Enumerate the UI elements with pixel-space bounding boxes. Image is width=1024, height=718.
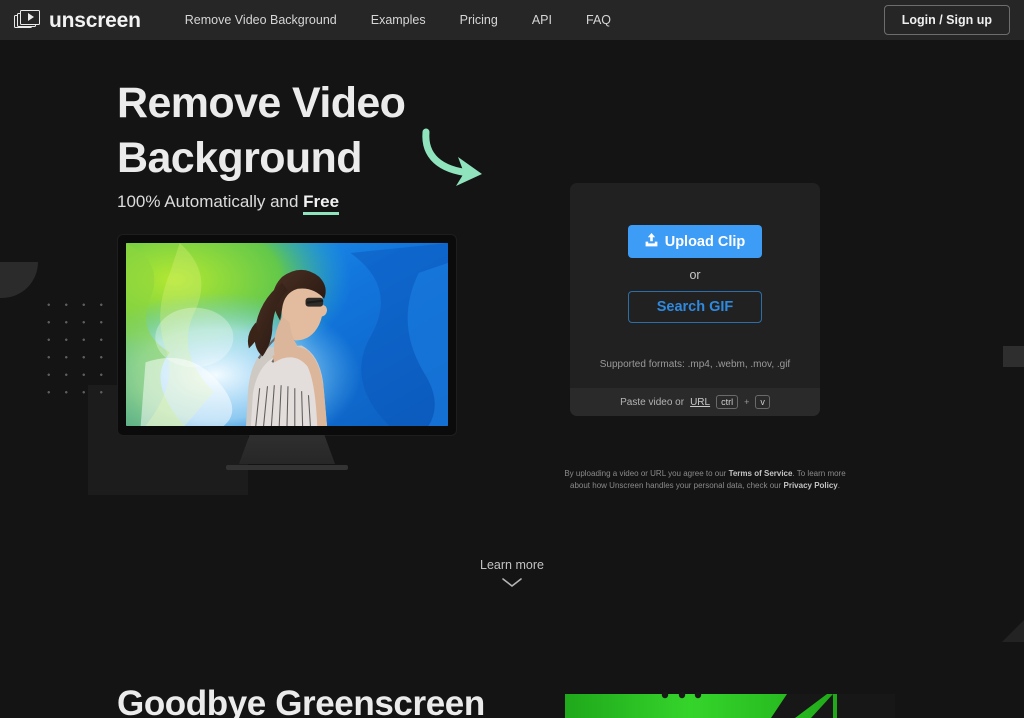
legal-line2-a: how Unscreen handles your personal data,… xyxy=(592,480,784,490)
logo-text: unscreen xyxy=(49,8,141,32)
nav-link-remove-video-background[interactable]: Remove Video Background xyxy=(185,13,337,27)
decor-triangle-right xyxy=(1002,612,1024,642)
upload-card-body: Upload Clip or Search GIF Supported form… xyxy=(570,183,820,388)
learn-more-label: Learn more xyxy=(480,558,544,572)
login-signup-button[interactable]: Login / Sign up xyxy=(883,5,1010,35)
top-navbar: unscreen Remove Video Background Example… xyxy=(0,0,1024,40)
section-goodbye-greenscreen-title: Goodbye Greenscreen xyxy=(117,684,485,718)
or-divider-label: or xyxy=(689,268,701,282)
terms-of-service-link[interactable]: Terms of Service xyxy=(729,469,793,478)
nav-link-examples[interactable]: Examples xyxy=(371,13,426,27)
nav-link-api[interactable]: API xyxy=(532,13,552,27)
page-subtitle-prefix: 100% Automatically and xyxy=(117,192,304,211)
nav-link-pricing[interactable]: Pricing xyxy=(460,13,498,27)
logo[interactable]: unscreen xyxy=(14,8,141,32)
supported-formats-label: Supported formats: .mp4, .webm, .mov, .g… xyxy=(599,359,791,370)
key-plus-separator: + xyxy=(744,397,750,407)
upload-card: Upload Clip or Search GIF Supported form… xyxy=(570,183,820,416)
page-title-line2: Background xyxy=(117,134,362,183)
paste-prefix-label: Paste video or xyxy=(620,396,685,408)
monitor-base xyxy=(226,465,348,470)
legal-disclaimer: By uploading a video or URL you agree to… xyxy=(560,468,850,491)
decor-square-right xyxy=(1003,346,1024,367)
paste-url-link[interactable]: URL xyxy=(690,397,710,408)
key-v: v xyxy=(755,394,770,410)
upload-icon xyxy=(645,232,658,251)
page-title-line1: Remove Video xyxy=(117,79,406,127)
search-gif-button[interactable]: Search GIF xyxy=(628,291,762,323)
upload-clip-label: Upload Clip xyxy=(664,233,746,250)
nav-link-faq[interactable]: FAQ xyxy=(586,13,611,27)
page-subtitle: 100% Automatically and Free xyxy=(117,192,340,215)
curved-arrow-down-right-icon xyxy=(418,126,498,190)
paste-url-bar: Paste video or URL ctrl + v xyxy=(570,388,820,416)
monitor-bezel xyxy=(118,235,456,435)
privacy-policy-link[interactable]: Privacy Policy xyxy=(784,481,838,490)
greenscreen-demo-image xyxy=(565,691,895,718)
page-subtitle-highlight: Free xyxy=(303,192,340,215)
legal-line2-c: . xyxy=(837,480,840,490)
monitor-stand xyxy=(239,435,335,464)
monitor-mockup xyxy=(118,235,456,470)
upload-clip-button[interactable]: Upload Clip xyxy=(628,225,762,258)
key-ctrl: ctrl xyxy=(716,394,739,410)
video-preview xyxy=(126,243,448,426)
decor-semicircle xyxy=(0,262,38,298)
decor-dot-grid xyxy=(38,294,112,400)
chevron-down-icon xyxy=(501,575,523,593)
legal-line1-a: By uploading a video or URL you agree to… xyxy=(564,469,729,478)
video-frames-play-icon xyxy=(14,9,40,31)
learn-more-link[interactable]: Learn more xyxy=(0,558,1024,593)
nav-links: Remove Video Background Examples Pricing… xyxy=(185,13,611,27)
